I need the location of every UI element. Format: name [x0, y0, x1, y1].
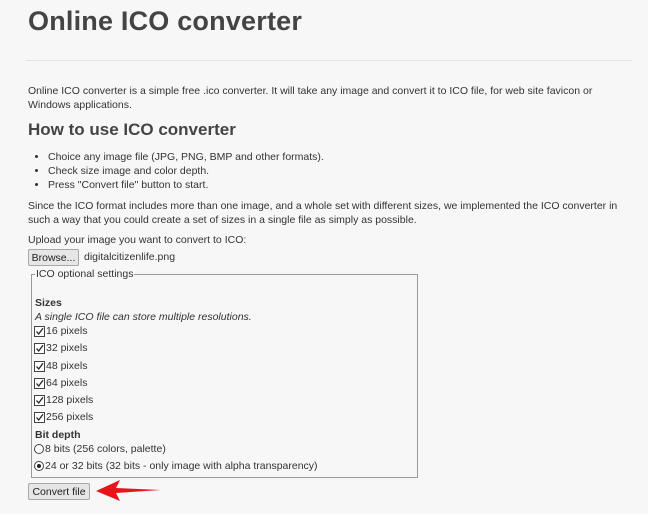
- convert-file-button[interactable]: Convert file: [28, 483, 90, 500]
- howto-heading: How to use ICO converter: [28, 120, 236, 139]
- converter-page: Online ICO converter Online ICO converte…: [0, 0, 648, 514]
- steps-list: Choice any image file (JPG, PNG, BMP and…: [36, 150, 324, 192]
- size-option-label: 32 pixels: [46, 342, 88, 354]
- settings-legend: ICO optional settings: [35, 268, 135, 280]
- checkbox-checked-icon[interactable]: [34, 377, 45, 389]
- bit-depth-heading: Bit depth: [35, 429, 81, 441]
- size-option-label: 128 pixels: [46, 394, 94, 406]
- size-option-64[interactable]: 64 pixels: [34, 376, 87, 390]
- size-option-label: 16 pixels: [46, 325, 88, 337]
- title-divider: [26, 60, 632, 61]
- checkbox-checked-icon[interactable]: [34, 360, 45, 372]
- page-title: Online ICO converter: [28, 6, 303, 36]
- browse-button[interactable]: Browse...: [28, 249, 79, 266]
- bit-depth-option-8[interactable]: 8 bits (256 colors, palette): [34, 442, 166, 456]
- radio-unselected-icon[interactable]: [34, 444, 44, 454]
- size-option-48[interactable]: 48 pixels: [34, 359, 87, 373]
- bit-option-label: 8 bits (256 colors, palette): [45, 443, 166, 455]
- ico-settings-fieldset: ICO optional settings Sizes A single ICO…: [31, 268, 418, 478]
- step-item: Check size image and color depth.: [48, 164, 324, 178]
- intro-text: Online ICO converter is a simple free .i…: [28, 85, 593, 111]
- format-explanation: Since the ICO format includes more than …: [28, 200, 618, 226]
- step-item: Choice any image file (JPG, PNG, BMP and…: [48, 150, 324, 164]
- checkbox-checked-icon[interactable]: [34, 342, 45, 354]
- radio-selected-icon[interactable]: [34, 461, 44, 471]
- size-option-label: 256 pixels: [46, 411, 94, 423]
- size-option-128[interactable]: 128 pixels: [34, 393, 93, 407]
- sizes-heading: Sizes: [35, 297, 62, 309]
- checkbox-checked-icon[interactable]: [34, 325, 45, 337]
- checkbox-checked-icon[interactable]: [34, 394, 45, 406]
- size-option-256[interactable]: 256 pixels: [34, 410, 93, 424]
- bit-depth-option-24-32[interactable]: 24 or 32 bits (32 bits - only image with…: [34, 459, 318, 473]
- sizes-note: A single ICO file can store multiple res…: [35, 311, 252, 323]
- selected-file-name: digitalcitizenlife.png: [84, 251, 176, 263]
- size-option-32[interactable]: 32 pixels: [34, 341, 87, 355]
- red-arrow-annotation-icon: [96, 480, 161, 501]
- step-item: Press "Convert file" button to start.: [48, 178, 324, 192]
- size-option-16[interactable]: 16 pixels: [34, 324, 87, 338]
- size-option-label: 48 pixels: [46, 360, 88, 372]
- checkbox-checked-icon[interactable]: [34, 411, 45, 423]
- bit-option-label: 24 or 32 bits (32 bits - only image with…: [45, 460, 318, 472]
- size-option-label: 64 pixels: [46, 377, 88, 389]
- upload-label: Upload your image you want to convert to…: [28, 234, 247, 246]
